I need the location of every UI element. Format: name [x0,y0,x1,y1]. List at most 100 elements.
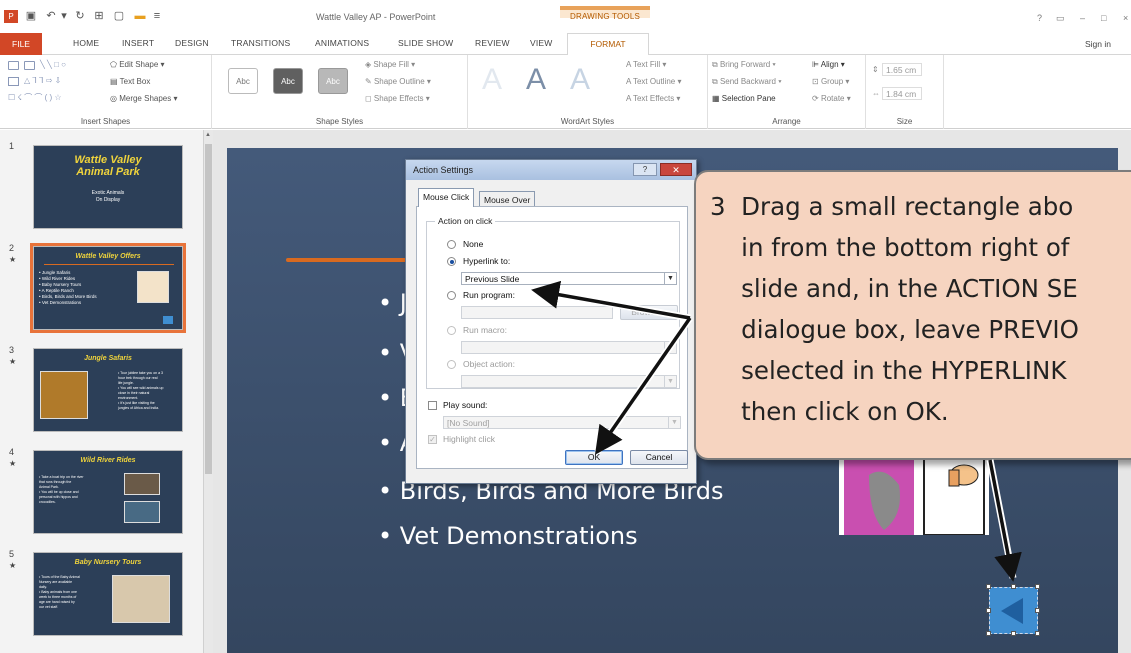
cancel-button[interactable]: Cancel [630,450,688,465]
style-box-white[interactable]: Abc [228,68,258,94]
resize-handle[interactable] [1035,608,1040,613]
wordart-style-2[interactable]: A [526,63,546,97]
hyperlink-radio[interactable] [447,257,456,266]
sign-in-link[interactable]: Sign in [1085,39,1111,49]
slide-bullet[interactable]: • Vet Demonstrations [378,522,638,550]
slide-thumbnail-4[interactable]: Wild River Rides • Take a boat trip on t… [33,450,183,534]
send-backward-button[interactable]: ⧉ Send Backward ▾ [712,77,782,87]
rotate-button[interactable]: ⟳ Rotate ▾ [812,94,851,103]
highlight-click-checkbox[interactable]: ✓ [428,435,437,444]
selection-pane-button[interactable]: ▦ Selection Pane [712,94,776,103]
slide-thumbnail-1[interactable]: Wattle Valley Animal Park Exotic Animals… [33,145,183,229]
powerpoint-window: P ▣ ↶ ▾ ↻ ⊞ ▢ ▬ ≡ Wattle Valley AP - Pow… [0,0,1131,653]
dialog-help-button[interactable]: ? [633,163,657,176]
tab-review[interactable]: REVIEW [475,38,510,48]
edit-shape-button[interactable]: ⬠ Edit Shape ▾ [110,60,165,69]
slide-number: 1 [9,141,15,151]
customize-qat-icon[interactable]: ≡ [150,10,164,23]
resize-handle[interactable] [986,631,991,636]
bring-forward-button[interactable]: ⧉ Bring Forward ▾ [712,60,776,70]
wordart-style-1[interactable]: A [482,63,502,97]
text-outline-button[interactable]: A Text Outline ▾ [626,77,681,86]
run-program-input[interactable] [461,306,613,319]
resize-handle[interactable] [1035,584,1040,589]
dialog-title-bar[interactable]: Action Settings ? ✕ [406,160,696,180]
text-box-button[interactable]: ▤ Text Box [110,77,150,86]
play-sound-checkbox[interactable] [428,401,437,410]
animation-star-icon: ★ [9,561,17,570]
shape-width-input[interactable]: 1.84 cm [882,87,922,100]
chevron-down-icon[interactable]: ▼ [664,342,676,353]
style-box-gray[interactable]: Abc [318,68,348,94]
tab-animations[interactable]: ANIMATIONS [315,38,369,48]
shape-effects-button[interactable]: ◻ Shape Effects ▾ [365,94,430,103]
run-program-radio[interactable] [447,291,456,300]
text-fill-button[interactable]: A Text Fill ▾ [626,60,666,69]
slides-panel-scrollbar[interactable]: ▲ [203,130,213,653]
run-macro-select[interactable]: ▼ [461,341,677,354]
resize-handle[interactable] [1011,584,1016,589]
sound-select[interactable]: [No Sound] ▼ [443,416,681,429]
redo-icon[interactable]: ↻ [73,10,87,23]
undo-dropdown-icon[interactable]: ▾ [60,10,68,23]
slide-bullet[interactable]: • J [378,289,407,317]
slide-thumbnail-3[interactable]: Jungle Safaris • Tour jubilee take you o… [33,348,183,432]
action-button-previous[interactable] [989,587,1038,634]
tab-file[interactable]: FILE [0,33,42,55]
help-icon[interactable]: ? [1037,13,1042,23]
triangle-shapes-icon[interactable]: △ ⅂ ⅂ ⇨ ⇩ [24,76,61,85]
resize-handle[interactable] [1011,631,1016,636]
hyperlink-select[interactable]: Previous Slide ▼ [461,272,677,285]
misc-shapes-icon[interactable]: ☐ ☇ ⌒ ⌒ ( ) ☆ [8,92,62,103]
browse-button[interactable]: Browse... [620,305,678,320]
align-button[interactable]: ⊫ Align ▾ [812,60,845,69]
group-button[interactable]: ⊡ Group ▾ [812,77,849,86]
chevron-down-icon[interactable]: ▼ [664,273,676,284]
square-shape-icon[interactable] [8,77,19,86]
ok-button[interactable]: OK [565,450,623,465]
text-effects-button[interactable]: A Text Effects ▾ [626,94,680,103]
undo-icon[interactable]: ↶ [44,10,58,23]
tab-slide-show[interactable]: SLIDE SHOW [398,38,453,48]
resize-handle[interactable] [986,584,991,589]
textbox-shape-icon[interactable] [24,61,35,70]
none-radio[interactable] [447,240,456,249]
minimize-icon[interactable]: – [1080,13,1085,23]
object-action-select[interactable]: ▼ [461,375,677,388]
resize-handle[interactable] [1035,631,1040,636]
tab-insert[interactable]: INSERT [122,38,154,48]
new-icon[interactable]: ▢ [112,10,126,23]
tab-mouse-click[interactable]: Mouse Click [418,188,475,207]
merge-shapes-button[interactable]: ◎ Merge Shapes ▾ [110,94,177,103]
present-icon[interactable]: ⊞ [92,10,106,23]
run-macro-radio[interactable] [447,326,456,335]
mouse-click-panel: Action on click None Hyperlink to: Previ… [416,206,688,469]
maximize-icon[interactable]: □ [1101,13,1106,23]
chevron-down-icon[interactable]: ▼ [668,417,680,428]
tab-view[interactable]: VIEW [530,38,553,48]
open-icon[interactable]: ▬ [133,10,147,23]
slide-thumbnail-5[interactable]: Baby Nursery Tours • Tours of the Baby A… [33,552,183,636]
dialog-close-button[interactable]: ✕ [660,163,692,176]
line-shapes-icon[interactable]: ╲ ╲ □ ○ [40,60,66,69]
object-action-radio[interactable] [447,360,456,369]
tab-design[interactable]: DESIGN [175,38,209,48]
close-icon[interactable]: × [1123,13,1128,23]
scroll-up-icon[interactable]: ▲ [205,132,211,138]
shape-fill-button[interactable]: ◈ Shape Fill ▾ [365,60,415,69]
scroll-thumb[interactable] [205,144,212,474]
chevron-down-icon[interactable]: ▼ [664,376,676,387]
save-icon[interactable]: ▣ [24,10,38,23]
ribbon-display-icon[interactable]: ▭ [1056,13,1065,24]
tab-format[interactable]: FORMAT [567,33,649,56]
slide-thumbnail-2[interactable]: Wattle Valley Offers • Jungle Safaris • … [30,243,186,333]
shape-outline-button[interactable]: ✎ Shape Outline ▾ [365,77,431,86]
wordart-style-3[interactable]: A [570,63,590,97]
resize-handle[interactable] [986,608,991,613]
shape-height-input[interactable]: 1.65 cm [882,63,922,76]
tab-home[interactable]: HOME [73,38,99,48]
text-fill-label: Text Fill [632,60,661,69]
tab-transitions[interactable]: TRANSITIONS [231,38,290,48]
rectangle-shape-icon[interactable] [8,61,19,70]
style-box-dark[interactable]: Abc [273,68,303,94]
